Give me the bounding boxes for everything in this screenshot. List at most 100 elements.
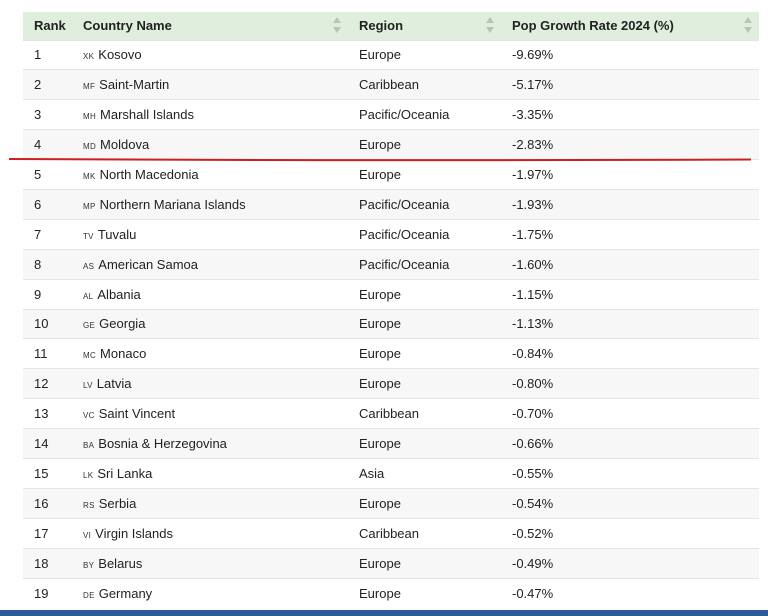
country-code-label: rs (83, 500, 95, 510)
country-cell: de Germany (72, 578, 348, 608)
table-row: 3 mh Marshall Islands Pacific/Oceania -3.35% (23, 99, 759, 130)
country-code-label: lv (83, 381, 93, 391)
country-code-label: al (83, 291, 94, 301)
rank-cell: 10 (34, 316, 49, 332)
growth-rate-cell: -1.60% (512, 256, 554, 272)
region-cell: Europe (359, 167, 401, 182)
bottom-blue-bar (0, 610, 768, 616)
table-row: 11 mc Monaco Europe -0.84% (23, 338, 759, 369)
region-cell: Europe (359, 495, 401, 511)
table-row: 10 ge Georgia Europe -1.13% (23, 309, 759, 339)
country-code-label: as (83, 261, 95, 271)
population-growth-table: Rank Country Name Region Pop Growth Rate… (23, 12, 759, 608)
table-row: 2 mf Saint-Martin Caribbean -5.17% (23, 69, 759, 100)
country-name: American Samoa (98, 256, 198, 272)
country-name: Serbia (98, 495, 137, 511)
sort-arrows-icon[interactable] (333, 17, 342, 35)
rank-header-label: Rank (34, 18, 66, 34)
table-row: 4 md Moldova Europe -2.83% (23, 129, 759, 160)
growth-rate-cell: -1.75% (512, 226, 554, 242)
country-cell: vc Saint Vincent (72, 399, 348, 429)
growth-rate-cell: -3.35% (512, 107, 554, 123)
country-code-label: by (83, 560, 95, 570)
country-cell: xk Kosovo (72, 40, 348, 70)
country-name: Saint-Martin (99, 77, 170, 93)
sort-arrows-icon[interactable] (744, 17, 753, 35)
rank-cell: 8 (34, 256, 42, 272)
country-name: Moldova (100, 137, 150, 153)
country-cell: lk Sri Lanka (72, 458, 348, 488)
country-code-label: ge (83, 321, 96, 331)
country-code-label: xk (83, 52, 95, 62)
growth-rate-cell: -1.93% (512, 196, 554, 212)
country-code-label: tv (83, 231, 94, 241)
country-code-label: vc (83, 411, 95, 421)
country-code-label: mc (83, 351, 97, 361)
country-name: Northern Mariana Islands (99, 196, 246, 212)
table-body: 1 xk Kosovo Europe -9.69% 2 mf Saint-Martin Cari… (23, 40, 759, 608)
page: Rank Country Name Region Pop Growth Rate… (0, 0, 768, 616)
region-column-header[interactable]: Region (348, 12, 501, 40)
country-cell: ge Georgia (72, 309, 348, 339)
country-column-header[interactable]: Country Name (72, 12, 348, 40)
growth-rate-cell: -0.47% (512, 585, 554, 601)
rank-cell: 4 (34, 137, 42, 153)
growth-rate-cell: -2.83% (512, 137, 554, 153)
table-row: 18 by Belarus Europe -0.49% (23, 548, 759, 579)
rank-cell: 16 (34, 495, 49, 511)
growth-rate-cell: -1.97% (512, 167, 554, 182)
table-row: 19 de Germany Europe -0.47% (23, 578, 759, 608)
region-cell: Pacific/Oceania (359, 107, 450, 123)
growth-rate-cell: -0.49% (512, 555, 554, 571)
rank-cell: 11 (34, 346, 48, 362)
country-cell: lv Latvia (72, 369, 348, 399)
country-name: Tuvalu (97, 226, 137, 242)
country-cell: mh Marshall Islands (72, 100, 348, 130)
country-code-label: lk (83, 470, 94, 480)
table-row: 7 tv Tuvalu Pacific/Oceania -1.75% (23, 219, 759, 249)
country-name: Saint Vincent (98, 406, 176, 422)
growth-rate-cell: -9.69% (512, 47, 554, 63)
country-cell: mc Monaco (72, 339, 348, 369)
growth-column-header[interactable]: Pop Growth Rate 2024 (%) (501, 12, 759, 40)
growth-rate-cell: -0.80% (512, 376, 554, 392)
country-cell: mk North Macedonia (72, 160, 348, 190)
rank-cell: 5 (34, 167, 42, 182)
country-name: Germany (98, 585, 153, 601)
region-cell: Caribbean (359, 406, 419, 422)
country-code-label: mp (83, 201, 96, 211)
rank-cell: 6 (34, 196, 42, 212)
rank-column-header[interactable]: Rank (23, 12, 72, 40)
country-name: North Macedonia (99, 167, 199, 182)
population-growth-table-container: Rank Country Name Region Pop Growth Rate… (23, 12, 759, 608)
region-cell: Caribbean (359, 525, 419, 541)
table-row: 15 lk Sri Lanka Asia -0.55% (23, 458, 759, 488)
country-code-label: de (83, 590, 95, 600)
region-cell: Europe (359, 316, 401, 332)
country-cell: as American Samoa (72, 249, 348, 279)
country-name: Georgia (99, 316, 146, 332)
country-header-label: Country Name (83, 18, 172, 34)
table-row: 13 vc Saint Vincent Caribbean -0.70% (23, 398, 759, 429)
rank-cell: 13 (34, 406, 49, 422)
region-cell: Europe (359, 585, 401, 601)
growth-rate-cell: -0.70% (512, 406, 554, 422)
table-row: 9 al Albania Europe -1.15% (23, 279, 759, 309)
country-name: Belarus (98, 555, 143, 571)
region-cell: Europe (359, 376, 401, 392)
country-name: Virgin Islands (95, 525, 173, 541)
sort-arrows-icon[interactable] (486, 17, 495, 35)
table-header: Rank Country Name Region Pop Growth Rate… (23, 12, 759, 40)
country-code-label: mk (83, 172, 96, 181)
growth-rate-cell: -0.54% (512, 495, 554, 511)
country-code-label: ba (83, 441, 95, 451)
country-name: Monaco (100, 346, 147, 362)
rank-cell: 18 (34, 555, 49, 571)
rank-cell: 9 (34, 286, 42, 302)
region-cell: Caribbean (359, 77, 419, 93)
rank-cell: 14 (34, 436, 49, 452)
rank-cell: 1 (34, 47, 42, 63)
country-code-label: vi (83, 530, 92, 540)
region-cell: Europe (359, 555, 401, 571)
growth-rate-cell: -0.52% (512, 525, 554, 541)
